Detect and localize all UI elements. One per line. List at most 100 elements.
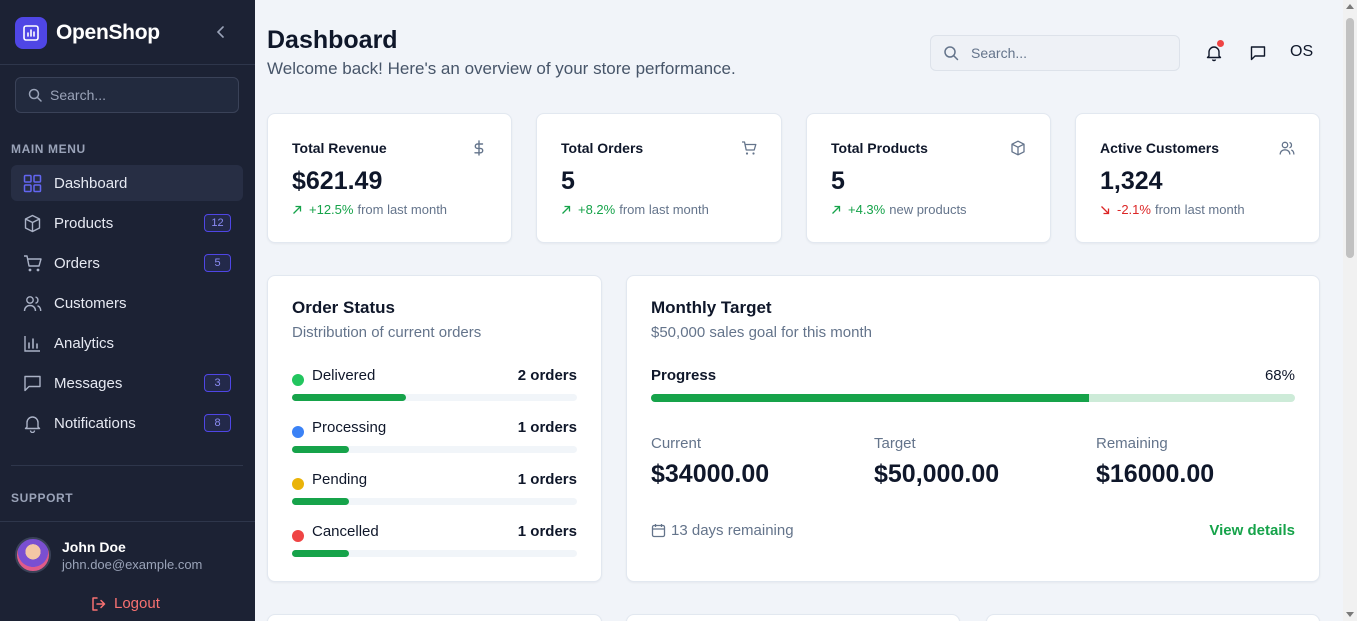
next-row-card xyxy=(986,614,1320,621)
logout-button[interactable]: Logout xyxy=(91,595,160,612)
trend-up-icon xyxy=(562,205,571,214)
header-search-placeholder: Search... xyxy=(971,45,1028,61)
status-dot xyxy=(292,478,304,490)
metric-current: Current $34000.00 xyxy=(651,435,769,489)
sidebar-item-dashboard[interactable]: Dashboard xyxy=(11,165,243,201)
stat-value: 1,324 xyxy=(1100,167,1163,195)
messages-button[interactable] xyxy=(1245,40,1271,66)
sidebar-item-products[interactable]: Products 12 xyxy=(11,205,243,241)
grid-icon xyxy=(23,174,42,192)
status-dot xyxy=(292,530,304,542)
user-name: John Doe xyxy=(62,538,126,555)
logout-label: Logout xyxy=(114,595,160,612)
message-icon xyxy=(24,375,41,391)
monthly-target-title: Monthly Target xyxy=(651,298,772,317)
stat-change: +8.2% xyxy=(578,202,616,217)
support-heading: SUPPORT xyxy=(11,491,74,505)
search-icon xyxy=(944,46,959,61)
brand[interactable]: OpenShop xyxy=(15,17,160,49)
order-status-subtitle: Distribution of current orders xyxy=(292,324,482,341)
stat-value: 5 xyxy=(561,167,575,195)
sidebar-item-label: Customers xyxy=(54,294,127,312)
bell-icon xyxy=(1206,45,1222,61)
sidebar-item-label: Dashboard xyxy=(54,174,128,192)
page-subtitle: Welcome back! Here's an overview of your… xyxy=(267,59,736,78)
stat-value: $621.49 xyxy=(292,167,383,195)
trend-down-icon xyxy=(1101,205,1110,214)
days-remaining: 13 days remaining xyxy=(651,522,794,539)
stat-title: Total Products xyxy=(831,140,928,156)
order-status-title: Order Status xyxy=(292,298,395,317)
scroll-up-icon[interactable] xyxy=(1346,4,1354,9)
stat-change: +4.3% xyxy=(848,202,886,217)
user-email: john.doe@example.com xyxy=(62,556,203,572)
sidebar-item-messages[interactable]: Messages 3 xyxy=(11,365,243,401)
sidebar-item-notifications[interactable]: Notifications 8 xyxy=(11,405,243,441)
logout-icon xyxy=(92,596,106,611)
metric-label: Target xyxy=(874,435,916,452)
monthly-target-card: Monthly Target $50,000 sales goal for th… xyxy=(626,275,1320,582)
status-fill xyxy=(292,446,349,453)
metric-value: $50,000.00 xyxy=(874,460,1000,488)
count-badge: 3 xyxy=(204,374,231,392)
brand-logo-icon xyxy=(15,17,47,49)
status-count: 2 orders xyxy=(517,367,577,384)
sidebar-item-label: Analytics xyxy=(54,334,115,352)
cart-icon xyxy=(742,141,757,155)
monthly-target-subtitle: $50,000 sales goal for this month xyxy=(651,324,872,341)
count-badge: 5 xyxy=(204,254,231,272)
bell-icon xyxy=(24,415,41,433)
count-badge: 12 xyxy=(204,214,231,232)
view-details-link[interactable]: View details xyxy=(1209,522,1295,539)
metric-label: Current xyxy=(651,435,702,452)
brand-name: OpenShop xyxy=(56,21,160,44)
stat-card-orders: Total Orders 5 +8.2% from last month xyxy=(536,113,782,243)
main-menu-heading: MAIN MENU xyxy=(11,142,86,156)
metric-remaining: Remaining $16000.00 xyxy=(1096,435,1214,489)
progress-bar xyxy=(651,394,1295,402)
status-track xyxy=(292,394,577,401)
page-title: Dashboard xyxy=(267,26,398,54)
status-name: Delivered xyxy=(312,367,376,384)
page-scrollbar[interactable] xyxy=(1343,0,1357,621)
stat-trend: -2.1% from last month xyxy=(1100,202,1245,217)
stat-card-products: Total Products 5 +4.3% new products xyxy=(806,113,1051,243)
notifications-button[interactable] xyxy=(1201,40,1227,66)
metric-value: $34000.00 xyxy=(651,460,770,488)
stat-value: 5 xyxy=(831,167,845,195)
calendar-icon xyxy=(651,524,666,538)
sidebar-search-placeholder: Search... xyxy=(50,87,107,103)
divider xyxy=(11,465,243,466)
stat-trend: +8.2% from last month xyxy=(561,202,709,217)
sidebar-item-customers[interactable]: Customers xyxy=(11,285,243,321)
header-search-input[interactable]: Search... xyxy=(930,35,1180,71)
sidebar-item-label: Notifications xyxy=(54,414,136,432)
chevron-left-icon xyxy=(216,26,224,38)
progress-percent: 68% xyxy=(1264,367,1295,384)
stat-title: Total Orders xyxy=(561,140,644,156)
next-row-card xyxy=(267,614,602,621)
sidebar-item-label: Products xyxy=(54,214,114,232)
metric-value: $16000.00 xyxy=(1096,460,1215,488)
sidebar-item-analytics[interactable]: Analytics xyxy=(11,325,243,361)
collapse-sidebar-button[interactable] xyxy=(211,22,231,42)
status-name: Processing xyxy=(312,419,387,436)
user-menu-button[interactable]: OS xyxy=(1290,43,1313,61)
scroll-down-icon[interactable] xyxy=(1346,612,1354,617)
message-icon xyxy=(1250,46,1266,61)
users-icon xyxy=(23,295,42,311)
divider xyxy=(0,521,255,522)
stat-title: Total Revenue xyxy=(292,140,387,156)
days-remaining-text: 13 days remaining xyxy=(671,522,794,539)
stat-change-suffix: new products xyxy=(889,202,967,217)
count-badge: 8 xyxy=(204,414,231,432)
users-icon xyxy=(1279,141,1295,155)
stat-change: +12.5% xyxy=(309,202,354,217)
sidebar-item-orders[interactable]: Orders 5 xyxy=(11,245,243,281)
status-track xyxy=(292,550,577,557)
stat-change: -2.1% xyxy=(1117,202,1151,217)
sidebar-search-input[interactable]: Search... xyxy=(15,77,239,113)
scrollbar-thumb[interactable] xyxy=(1346,18,1354,258)
user-profile[interactable]: John Doe john.doe@example.com xyxy=(15,537,202,573)
box-icon xyxy=(1011,140,1025,156)
